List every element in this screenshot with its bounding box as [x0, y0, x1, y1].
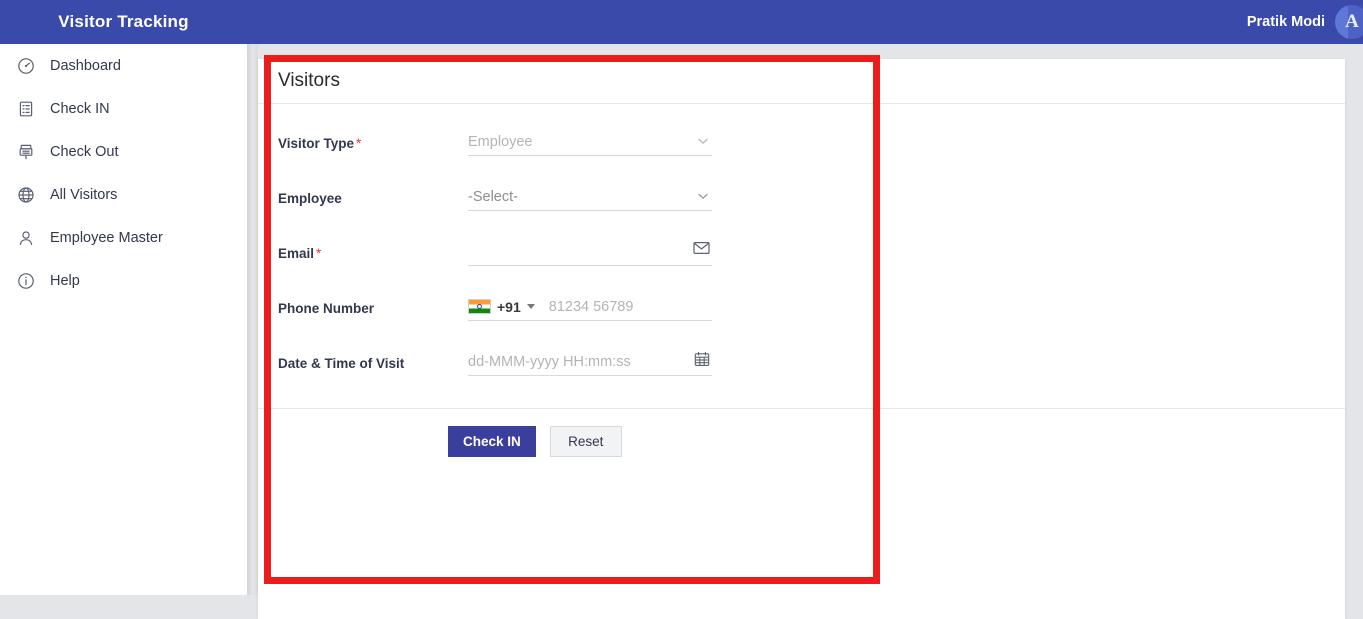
avatar[interactable]: A [1335, 5, 1363, 39]
sidebar-item-label: Check IN [50, 100, 110, 117]
form-row-phone: Phone Number +91 81234 56789 [278, 287, 1325, 342]
info-icon [16, 271, 35, 290]
phone-placeholder: 81234 56789 [548, 298, 634, 315]
sidebar-item-employee-master[interactable]: Employee Master [0, 216, 247, 259]
sidebar-item-label: Dashboard [50, 57, 121, 74]
top-bar: Visitor Tracking Pratik Modi A [0, 0, 1363, 44]
datetime-placeholder: dd-MMM-yyyy HH:mm:ss [468, 353, 631, 370]
ashoka-chakra [477, 304, 482, 309]
user-icon [16, 228, 35, 247]
visitor-form: Visitor Type * Employee Employee -Select… [258, 104, 1345, 409]
sidebar-item-help[interactable]: Help [0, 259, 247, 302]
form-row-employee: Employee -Select- [278, 177, 1325, 232]
envelope-icon [693, 241, 710, 255]
sidebar-item-check-in[interactable]: Check IN [0, 87, 247, 130]
check-in-icon [16, 99, 35, 118]
main-content: Visitors Visitor Type * Employee Employe… [258, 44, 1363, 619]
employee-label: Employee [278, 177, 468, 206]
label-text: Visitor Type [278, 136, 355, 151]
sidebar-item-label: Help [50, 272, 80, 289]
datetime-label: Date & Time of Visit [278, 342, 468, 371]
content-scrollbar-gutter[interactable] [247, 44, 258, 595]
sidebar-item-label: All Visitors [50, 186, 118, 203]
visitor-type-label: Visitor Type * [278, 122, 468, 151]
sidebar-item-label: Employee Master [50, 229, 163, 246]
sidebar: Dashboard Check IN Check Out All Visitor… [0, 44, 247, 595]
form-row-datetime: Date & Time of Visit dd-MMM-yyyy HH:mm:s… [278, 342, 1325, 397]
chevron-down-icon[interactable] [697, 134, 709, 146]
page-title: Visitors [278, 70, 340, 91]
avatar-initial: A [1345, 11, 1359, 32]
check-in-button[interactable]: Check IN [448, 426, 536, 457]
label-text: Email [278, 246, 315, 261]
chevron-down-icon[interactable] [697, 189, 709, 201]
sidebar-item-dashboard[interactable]: Dashboard [0, 44, 247, 87]
visitors-card: Visitors Visitor Type * Employee Employe… [258, 59, 1345, 619]
form-row-visitor-type: Visitor Type * Employee [278, 122, 1325, 177]
phone-field[interactable]: +91 81234 56789 [468, 287, 712, 321]
label-text: Phone Number [278, 301, 375, 316]
country-code-value: +91 [497, 298, 521, 315]
label-text: Date & Time of Visit [278, 356, 405, 371]
card-header: Visitors [258, 59, 1345, 104]
sidebar-item-label: Check Out [50, 143, 119, 160]
sidebar-item-all-visitors[interactable]: All Visitors [0, 173, 247, 216]
datetime-field[interactable]: dd-MMM-yyyy HH:mm:ss [468, 342, 712, 376]
form-row-email: Email * [278, 232, 1325, 287]
country-code-selector[interactable]: +91 [468, 299, 535, 315]
user-menu[interactable]: Pratik Modi A [1247, 5, 1363, 39]
visitor-type-value: Employee [468, 133, 533, 150]
visitor-type-select[interactable]: Employee [468, 122, 712, 156]
label-text: Employee [278, 191, 342, 206]
dashboard-icon [16, 56, 35, 75]
reset-button[interactable]: Reset [549, 426, 622, 457]
user-name: Pratik Modi [1246, 14, 1325, 30]
employee-select[interactable]: -Select- [468, 177, 712, 211]
email-field[interactable] [468, 232, 712, 266]
email-label: Email * [278, 232, 468, 261]
sidebar-item-check-out[interactable]: Check Out [0, 130, 247, 173]
card-footer: Check IN Reset [258, 409, 1345, 457]
app-brand[interactable]: Visitor Tracking [0, 0, 247, 44]
phone-label: Phone Number [278, 287, 468, 316]
caret-down-icon[interactable] [526, 304, 535, 309]
india-flag-icon [468, 299, 491, 314]
calendar-icon[interactable] [694, 351, 710, 367]
employee-value: -Select- [468, 188, 518, 205]
required-marker: * [356, 136, 362, 151]
check-out-icon [16, 142, 35, 161]
globe-icon [16, 185, 35, 204]
required-marker: * [316, 246, 322, 261]
